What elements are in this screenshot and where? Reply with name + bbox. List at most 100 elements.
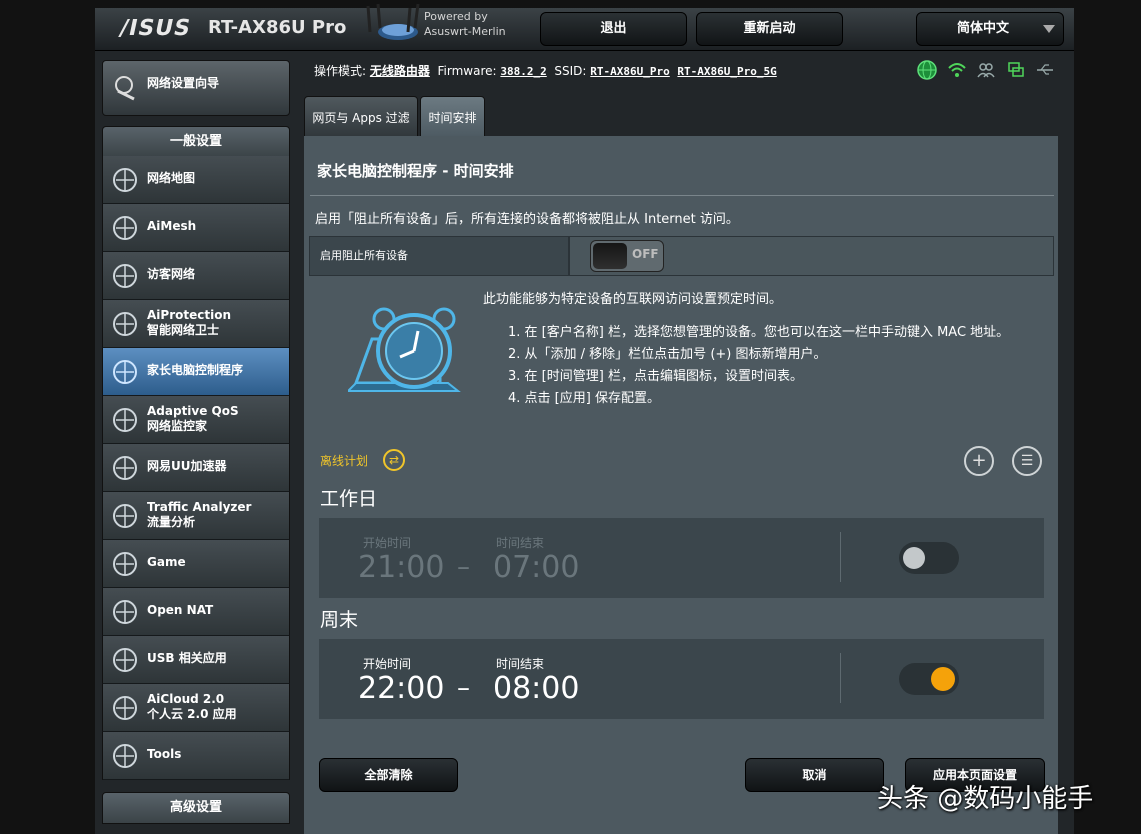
chevron-down-icon: [1043, 25, 1055, 33]
block-all-description: 启用「阻止所有设备」后，所有连接的设备都将被阻止从 Internet 访问。: [315, 212, 739, 227]
step-3: 3. 在 [时间管理] 栏，点击编辑图标，设置时间表。: [508, 369, 803, 384]
sidebar-item-label: 家长电脑控制程序: [147, 363, 244, 377]
sidebar-item-label: Open NAT: [147, 603, 214, 617]
general-settings-header: 一般设置: [102, 126, 290, 158]
weekday-start-label: 开始时间: [363, 536, 412, 550]
instruction-steps: 1. 在 [客户名称] 栏，选择您想管理的设备。您也可以在这一栏中手动键入 MA…: [508, 322, 1009, 410]
toggle-knob: [593, 243, 627, 269]
weekend-end-label: 时间结束: [496, 657, 545, 671]
parental-control-icon: [113, 360, 137, 384]
tools-icon: [113, 744, 137, 768]
firmware-link[interactable]: 388.2_2: [500, 65, 546, 78]
language-select[interactable]: 简体中文: [916, 12, 1064, 46]
ssid-24g-link[interactable]: RT-AX86U_Pro: [590, 65, 669, 78]
weekday-group-title: 工作日: [320, 488, 378, 510]
firmware-label: Firmware:: [437, 64, 497, 78]
sidebar-item-aimesh[interactable]: AiMesh: [102, 204, 290, 252]
model-name: RT-AX86U Pro: [208, 17, 347, 38]
sidebar-item-label: 网易UU加速器: [147, 459, 227, 473]
weekday-enable-toggle[interactable]: [899, 542, 959, 574]
weekend-end-time: 08:00: [493, 671, 580, 706]
sidebar-item-label: Game: [147, 555, 186, 569]
tab-web-apps-filter[interactable]: 网页与 Apps 过滤: [304, 96, 418, 138]
sidebar-item-network-map[interactable]: 网络地图: [102, 156, 290, 204]
sidebar-item-label: AiCloud 2.0: [147, 692, 225, 706]
internet-globe-icon[interactable]: [917, 60, 937, 80]
block-all-toggle[interactable]: OFF: [590, 240, 664, 272]
sidebar-item-tools[interactable]: Tools: [102, 732, 290, 780]
weekday-dash: –: [457, 552, 470, 582]
weekday-toggle-knob: [903, 547, 925, 569]
sidebar-item-usb-apps[interactable]: USB 相关应用: [102, 636, 290, 684]
guest-network-icon: [113, 264, 137, 288]
traffic-analyzer-icon: [113, 504, 137, 528]
sidebar-item-parental-controls[interactable]: 家长电脑控制程序: [102, 348, 290, 396]
brand-logo[interactable]: /ISUS: [117, 16, 193, 41]
sidebar-item-label: 网络地图: [147, 171, 196, 185]
weekend-separator: [840, 653, 841, 703]
logout-button[interactable]: 退出: [540, 12, 687, 46]
language-value: 简体中文: [956, 21, 1009, 36]
clear-all-button[interactable]: 全部清除: [319, 758, 458, 792]
clients-icon[interactable]: [976, 60, 996, 80]
weekday-start-time: 21:00: [358, 550, 445, 585]
mode-link[interactable]: 无线路由器: [370, 64, 430, 78]
ssid-label: SSID:: [554, 64, 587, 78]
reboot-button[interactable]: 重新启动: [696, 12, 843, 46]
usb-icon[interactable]: [1035, 60, 1055, 80]
aiprotection-icon: [113, 312, 137, 336]
sidebar-item-label: 访客网络: [147, 267, 196, 281]
add-schedule-button[interactable]: +: [964, 446, 994, 476]
aimesh-icon: [113, 216, 137, 240]
block-all-label: 启用阻止所有设备: [309, 236, 569, 276]
powered-line2: Asuswrt-Merlin: [424, 25, 506, 38]
status-bar: 操作模式: 无线路由器 Firmware: 388.2_2 SSID: RT-A…: [314, 62, 777, 79]
network-map-icon: [113, 168, 137, 192]
mode-label: 操作模式:: [314, 64, 367, 78]
sidebar-item-label: AiProtection: [147, 308, 231, 322]
sidebar-item-game[interactable]: Game: [102, 540, 290, 588]
adaptive-qos-icon: [113, 408, 137, 432]
alarm-clock-icon: [348, 307, 461, 392]
sidebar-item-aiprotection[interactable]: AiProtection 智能网络卫士: [102, 300, 290, 348]
tab-time-schedule[interactable]: 时间安排: [420, 96, 485, 138]
powered-line1: Powered by: [424, 10, 488, 23]
ssid-5g-link[interactable]: RT-AX86U_Pro_5G: [677, 65, 776, 78]
wifi-icon[interactable]: [947, 60, 967, 80]
step-4: 4. 点击 [应用] 保存配置。: [508, 391, 660, 406]
offline-plan-label[interactable]: 离线计划: [320, 452, 368, 469]
uu-accelerator-icon: [113, 456, 137, 480]
sidebar-item-uu-accelerator[interactable]: 网易UU加速器: [102, 444, 290, 492]
network-monitor-icon[interactable]: [1006, 60, 1026, 80]
sidebar-item-traffic-analyzer[interactable]: Traffic Analyzer 流量分析: [102, 492, 290, 540]
weekend-enable-toggle[interactable]: [899, 663, 959, 695]
page-title: 家长电脑控制程序 - 时间安排: [317, 162, 514, 180]
switch-mode-icon[interactable]: ⇄: [383, 449, 405, 471]
sidebar-item-sublabel: 个人云 2.0 应用: [147, 707, 237, 721]
powered-by: Powered by Asuswrt-Merlin: [424, 9, 506, 39]
step-2: 2. 从「添加 / 移除」栏位点击加号 (+) 图标新增用户。: [508, 347, 827, 362]
sidebar-item-sublabel: 网络监控家: [147, 419, 208, 433]
feature-intro: 此功能能够为特定设备的互联网访问设置预定时间。: [483, 292, 783, 307]
sidebar-item-open-nat[interactable]: Open NAT: [102, 588, 290, 636]
sidebar-item-guest-network[interactable]: 访客网络: [102, 252, 290, 300]
sidebar-item-label: Traffic Analyzer: [147, 500, 252, 514]
sidebar-item-sublabel: 智能网络卫士: [147, 323, 220, 337]
weekend-schedule-card[interactable]: 开始时间 时间结束 22:00 – 08:00: [319, 639, 1044, 719]
game-icon: [113, 552, 137, 576]
weekday-separator: [840, 532, 841, 582]
sidebar-item-label: Tools: [147, 747, 182, 761]
weekend-start-time: 22:00: [358, 671, 445, 706]
weekday-schedule-card[interactable]: 开始时间 时间结束 21:00 – 07:00: [319, 518, 1044, 598]
sidebar-item-sublabel: 流量分析: [147, 515, 196, 529]
router-image-icon: [366, 3, 420, 40]
wizard-wand-icon: [115, 76, 135, 101]
sidebar-item-aicloud[interactable]: AiCloud 2.0 个人云 2.0 应用: [102, 684, 290, 732]
open-nat-icon: [113, 600, 137, 624]
cancel-button[interactable]: 取消: [745, 758, 884, 792]
list-view-button[interactable]: ☰: [1012, 446, 1042, 476]
setup-wizard-button[interactable]: 网络设置向导: [102, 60, 290, 116]
weekday-end-time: 07:00: [493, 550, 580, 585]
sidebar-item-adaptive-qos[interactable]: Adaptive QoS 网络监控家: [102, 396, 290, 444]
sidebar-item-label: USB 相关应用: [147, 651, 227, 665]
